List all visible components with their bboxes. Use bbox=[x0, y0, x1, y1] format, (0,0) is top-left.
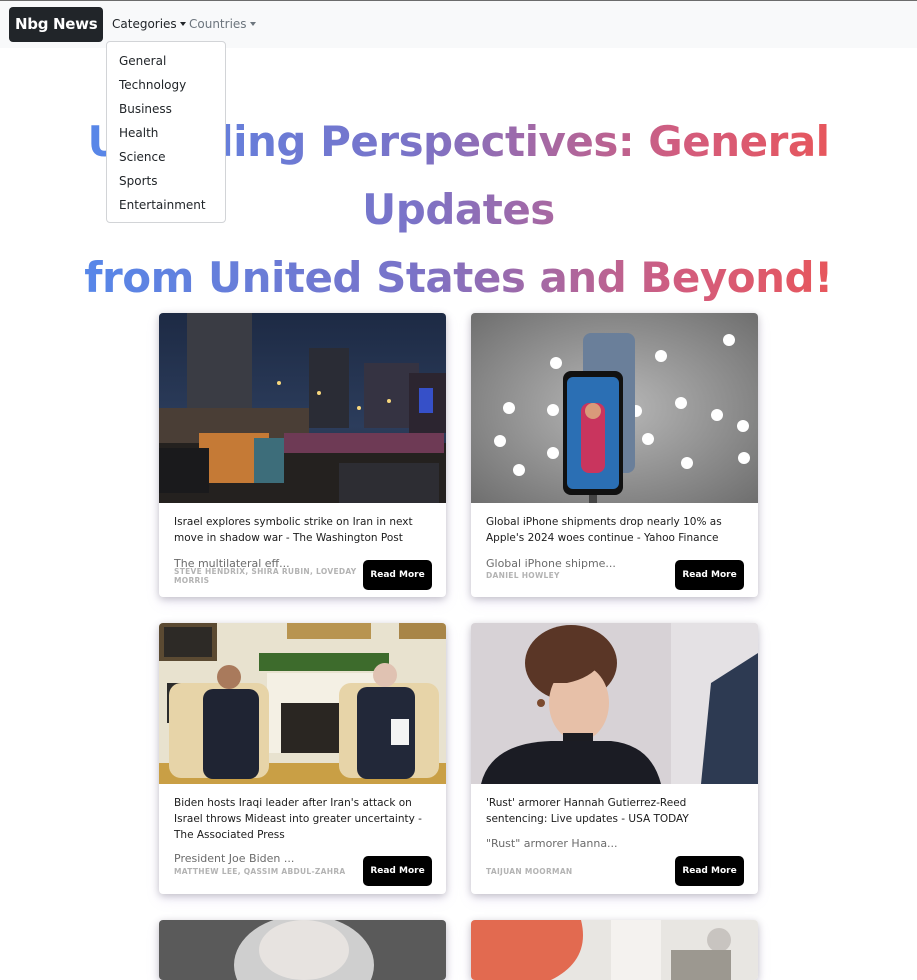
categories-dropdown: General Technology Business Health Scien… bbox=[106, 41, 226, 223]
dropdown-item-technology[interactable]: Technology bbox=[107, 74, 225, 98]
news-card-author: Taijuan Moorman bbox=[486, 867, 573, 876]
news-card bbox=[471, 920, 758, 980]
news-card-title[interactable]: Biden hosts Iraqi leader after Iran's at… bbox=[174, 795, 436, 843]
headline-line-2: from United States and Beyond! bbox=[84, 253, 833, 302]
dropdown-item-science[interactable]: Science bbox=[107, 146, 225, 170]
news-card-image[interactable] bbox=[159, 920, 446, 980]
dropdown-item-business[interactable]: Business bbox=[107, 98, 225, 122]
countries-menu[interactable]: Countries bbox=[189, 17, 256, 31]
news-card-description: Global iPhone shipme... bbox=[486, 557, 616, 570]
countries-label: Countries bbox=[189, 17, 247, 31]
news-card bbox=[159, 920, 446, 980]
news-card-image[interactable] bbox=[159, 313, 446, 503]
dropdown-item-health[interactable]: Health bbox=[107, 122, 225, 146]
news-card-image[interactable] bbox=[471, 313, 758, 503]
brand-logo[interactable]: Nbg News bbox=[9, 7, 104, 42]
news-card-title[interactable]: 'Rust' armorer Hannah Gutierrez-Reed sen… bbox=[486, 795, 748, 827]
news-card: Israel explores symbolic strike on Iran … bbox=[159, 313, 446, 597]
news-card-author: Daniel Howley bbox=[486, 571, 560, 580]
news-card-title[interactable]: Global iPhone shipments drop nearly 10% … bbox=[486, 514, 748, 546]
news-card: Global iPhone shipments drop nearly 10% … bbox=[471, 313, 758, 597]
read-more-button[interactable]: Read More bbox=[363, 856, 432, 886]
dropdown-item-entertainment[interactable]: Entertainment bbox=[107, 194, 225, 218]
categories-label: Categories bbox=[112, 17, 177, 31]
caret-down-icon bbox=[179, 22, 186, 26]
dropdown-item-sports[interactable]: Sports bbox=[107, 170, 225, 194]
read-more-button[interactable]: Read More bbox=[363, 560, 432, 590]
news-card: 'Rust' armorer Hannah Gutierrez-Reed sen… bbox=[471, 623, 758, 894]
dropdown-item-general[interactable]: General bbox=[107, 50, 225, 74]
news-card-description: "Rust" armorer Hanna... bbox=[486, 837, 618, 850]
news-card-author: Steve Hendrix, Shira Rubin, Loveday Morr… bbox=[174, 567, 357, 585]
read-more-button[interactable]: Read More bbox=[675, 856, 744, 886]
news-card-image[interactable] bbox=[471, 920, 758, 980]
news-card-author: Matthew Lee, Qassim Abdul-Zahra bbox=[174, 867, 346, 876]
news-card-image[interactable] bbox=[471, 623, 758, 784]
news-card-image[interactable] bbox=[159, 623, 446, 784]
categories-menu[interactable]: Categories bbox=[112, 17, 186, 31]
news-card-description: President Joe Biden ... bbox=[174, 852, 295, 865]
read-more-button[interactable]: Read More bbox=[675, 560, 744, 590]
news-card: Biden hosts Iraqi leader after Iran's at… bbox=[159, 623, 446, 894]
caret-down-icon bbox=[249, 22, 256, 26]
news-card-title[interactable]: Israel explores symbolic strike on Iran … bbox=[174, 514, 436, 546]
